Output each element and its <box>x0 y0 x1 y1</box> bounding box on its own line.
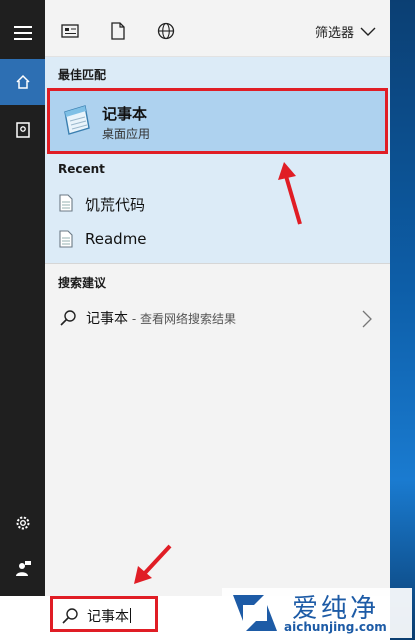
text-caret <box>130 608 131 623</box>
document-icon <box>111 22 125 40</box>
search-input[interactable]: 记事本 <box>50 596 158 632</box>
suggestion-query: 记事本 <box>86 311 128 327</box>
hamburger-menu-button[interactable] <box>0 10 45 56</box>
app-icon <box>61 24 79 38</box>
notepad-app-icon <box>64 105 90 135</box>
text-file-icon <box>59 194 73 212</box>
text-file-icon <box>59 230 73 248</box>
section-divider <box>45 263 390 264</box>
search-icon <box>62 608 78 624</box>
recent-item[interactable]: Readme <box>45 223 390 257</box>
best-match-result[interactable]: 记事本 桌面应用 <box>47 88 388 154</box>
annotation-arrow-search <box>134 544 172 584</box>
best-match-heading: 最佳匹配 <box>58 68 107 82</box>
suggestions-heading: 搜索建议 <box>58 276 107 290</box>
desktop-background <box>390 0 415 640</box>
documents-button[interactable] <box>0 107 45 153</box>
filter-dropdown[interactable]: 筛选器 <box>315 22 376 41</box>
user-button[interactable] <box>0 546 45 592</box>
annotation-arrow-best-match <box>278 162 302 225</box>
chevron-down-icon <box>360 27 376 36</box>
web-filter-button[interactable] <box>153 18 179 44</box>
search-input-value: 记事本 <box>87 606 131 626</box>
documents-filter-button[interactable] <box>105 18 131 44</box>
notebook-icon <box>15 122 30 138</box>
settings-button[interactable] <box>0 500 45 546</box>
search-toolbar: 筛选器 <box>45 0 390 57</box>
watermark-url: aichunjing.com <box>284 620 387 634</box>
hamburger-icon <box>13 26 32 40</box>
web-search-suggestion[interactable]: 记事本 - 查看网络搜索结果 <box>45 300 390 336</box>
recent-item[interactable]: 饥荒代码 <box>45 187 390 221</box>
filter-label: 筛选器 <box>314 26 354 41</box>
watermark: 爱纯净 aichunjing.com <box>222 588 412 638</box>
recent-item-label: 饥荒代码 <box>85 196 146 214</box>
globe-icon <box>157 22 175 40</box>
recent-item-label: Readme <box>85 230 147 248</box>
best-match-name: 记事本 <box>102 105 148 123</box>
search-panel: 筛选器 最佳匹配 记事本 桌面应用 Recent 饥荒代码 Readme 搜索建… <box>45 0 390 596</box>
watermark-logo <box>233 595 277 631</box>
home-icon <box>15 74 30 89</box>
chevron-right-icon <box>362 310 372 328</box>
search-query-text: 记事本 <box>87 609 129 625</box>
start-rail <box>0 0 45 640</box>
user-feedback-icon <box>15 561 31 576</box>
apps-filter-button[interactable] <box>57 18 83 44</box>
suggestion-text: 记事本 - 查看网络搜索结果 <box>86 308 236 328</box>
suggestion-hint: - 查看网络搜索结果 <box>128 312 236 326</box>
best-match-subtitle: 桌面应用 <box>102 127 151 141</box>
gear-icon <box>16 516 29 530</box>
recent-heading: Recent <box>58 162 105 176</box>
search-icon <box>60 310 76 326</box>
home-button[interactable] <box>0 59 45 105</box>
